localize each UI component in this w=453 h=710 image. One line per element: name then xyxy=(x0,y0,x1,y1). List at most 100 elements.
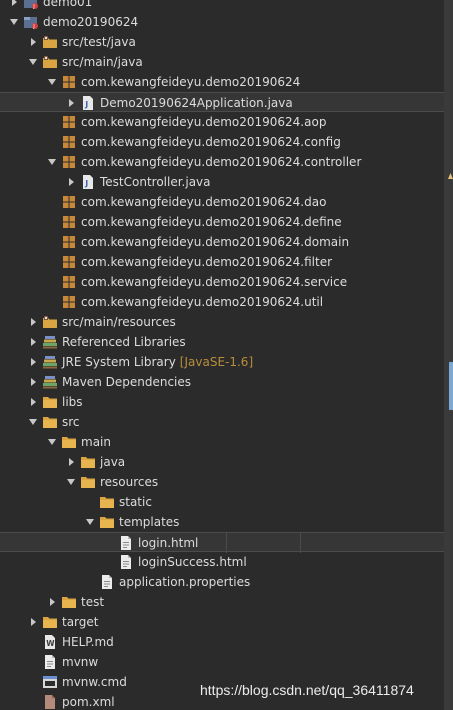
collapse-arrow-icon[interactable] xyxy=(69,458,74,466)
expand-arrow-icon[interactable] xyxy=(67,479,75,485)
tree-row-label: com.kewangfeideyu.demo20190624.controlle… xyxy=(81,155,362,169)
tree-row-label: demo20190624 xyxy=(43,15,139,29)
folder-icon xyxy=(80,454,96,470)
editor-edge-strip xyxy=(444,0,453,710)
tree-row[interactable]: com.kewangfeideyu.demo20190624.dao xyxy=(0,192,444,212)
xml-file-icon xyxy=(42,694,58,710)
tree-row[interactable]: loginSuccess.html xyxy=(0,552,444,572)
tree-row-label: src/test/java xyxy=(62,35,136,49)
library-icon xyxy=(42,374,58,390)
folder-icon xyxy=(42,394,58,410)
tree-row[interactable]: J Demo20190624Application.java xyxy=(0,92,444,112)
folder-icon xyxy=(42,614,58,630)
expand-arrow-icon[interactable] xyxy=(48,439,56,445)
tree-row-label: Demo20190624Application.java xyxy=(100,96,293,110)
scrollbar-thumb[interactable] xyxy=(449,362,453,410)
java-file-icon: J xyxy=(80,174,96,190)
tree-row-label: static xyxy=(119,495,152,509)
source-folder-icon xyxy=(42,34,58,50)
package-icon xyxy=(61,134,77,150)
package-icon xyxy=(61,234,77,250)
tree-row[interactable]: W HELP.md xyxy=(0,632,444,652)
tree-row-label: com.kewangfeideyu.demo20190624 xyxy=(81,75,301,89)
tree-row[interactable]: static xyxy=(0,492,444,512)
package-icon xyxy=(61,294,77,310)
tree-row-label: pom.xml xyxy=(62,695,115,709)
tree-row[interactable]: resources xyxy=(0,472,444,492)
tree-row[interactable]: com.kewangfeideyu.demo20190624.domain xyxy=(0,232,444,252)
tree-row[interactable]: test xyxy=(0,592,444,612)
tree-row-label: main xyxy=(81,435,111,449)
tree-row[interactable]: J TestController.java xyxy=(0,172,444,192)
project-icon: J xyxy=(23,0,39,10)
tree-row[interactable]: Referenced Libraries xyxy=(0,332,444,352)
expand-arrow-icon[interactable] xyxy=(48,159,56,165)
tree-row-label: JRE System Library xyxy=(62,355,176,369)
tree-row[interactable]: Maven Dependencies xyxy=(0,372,444,392)
folder-icon xyxy=(61,594,77,610)
tree-row-label: TestController.java xyxy=(100,175,211,189)
tree-row[interactable]: login.html xyxy=(0,532,444,553)
collapse-arrow-icon[interactable] xyxy=(31,358,36,366)
expand-arrow-icon[interactable] xyxy=(48,79,56,85)
tree-row-label: com.kewangfeideyu.demo20190624.dao xyxy=(81,195,327,209)
tree-row-label: loginSuccess.html xyxy=(138,555,247,569)
tree-row[interactable]: Jdemo20190624 xyxy=(0,12,444,32)
collapse-arrow-icon[interactable] xyxy=(12,0,17,6)
package-icon xyxy=(61,74,77,90)
expand-arrow-icon[interactable] xyxy=(10,19,18,25)
collapse-arrow-icon[interactable] xyxy=(50,598,55,606)
column-separator xyxy=(300,533,301,553)
expand-arrow-icon[interactable] xyxy=(86,519,94,525)
tree-row-label: Referenced Libraries xyxy=(62,335,186,349)
tree-row-label: application.properties xyxy=(119,575,251,589)
collapse-arrow-icon[interactable] xyxy=(31,378,36,386)
tree-row-label: com.kewangfeideyu.demo20190624.config xyxy=(81,135,341,149)
tree-row[interactable]: target xyxy=(0,612,444,632)
tree-row[interactable]: com.kewangfeideyu.demo20190624.filter xyxy=(0,252,444,272)
tree-row[interactable]: Jdemo01 xyxy=(0,0,444,12)
collapse-arrow-icon[interactable] xyxy=(31,318,36,326)
package-icon xyxy=(61,214,77,230)
tree-row[interactable]: JRE System Library [JavaSE-1.6] xyxy=(0,352,444,372)
collapse-arrow-icon[interactable] xyxy=(31,38,36,46)
tree-row[interactable]: application.properties xyxy=(0,572,444,592)
tree-row[interactable]: com.kewangfeideyu.demo20190624.aop xyxy=(0,112,444,132)
markdown-file-icon: W xyxy=(42,634,58,650)
tree-row-label: templates xyxy=(119,515,180,529)
folder-icon xyxy=(61,434,77,450)
tree-row[interactable]: com.kewangfeideyu.demo20190624.config xyxy=(0,132,444,152)
collapse-arrow-icon[interactable] xyxy=(31,398,36,406)
tree-row[interactable]: src/main/java xyxy=(0,52,444,72)
project-explorer-tree[interactable]: Jdemo01 Jdemo20190624 src/test/java src/mai… xyxy=(0,0,444,710)
tree-row[interactable]: com.kewangfeideyu.demo20190624.controlle… xyxy=(0,152,444,172)
svg-text:J: J xyxy=(32,4,34,10)
package-icon xyxy=(61,274,77,290)
tree-row[interactable]: src/main/resources xyxy=(0,312,444,332)
collapse-arrow-icon[interactable] xyxy=(69,178,74,186)
tree-row[interactable]: mvnw xyxy=(0,652,444,672)
tree-row[interactable]: main xyxy=(0,432,444,452)
tree-row[interactable]: src xyxy=(0,412,444,432)
collapse-arrow-icon[interactable] xyxy=(69,99,74,107)
tree-row-label: com.kewangfeideyu.demo20190624.util xyxy=(81,295,324,309)
file-icon xyxy=(118,554,134,570)
package-icon xyxy=(61,254,77,270)
expand-arrow-icon[interactable] xyxy=(29,59,37,65)
tree-row-label: libs xyxy=(62,395,83,409)
tree-row[interactable]: com.kewangfeideyu.demo20190624 xyxy=(0,72,444,92)
expand-arrow-icon[interactable] xyxy=(29,419,37,425)
tree-row[interactable]: com.kewangfeideyu.demo20190624.util xyxy=(0,292,444,312)
tree-row-label: mvnw.cmd xyxy=(62,675,127,689)
tree-row[interactable]: java xyxy=(0,452,444,472)
package-icon xyxy=(61,114,77,130)
tree-row[interactable]: templates xyxy=(0,512,444,532)
tree-row[interactable]: com.kewangfeideyu.demo20190624.define xyxy=(0,212,444,232)
tree-row[interactable]: libs xyxy=(0,392,444,412)
package-icon xyxy=(61,194,77,210)
collapse-arrow-icon[interactable] xyxy=(31,618,36,626)
collapse-arrow-icon[interactable] xyxy=(31,338,36,346)
tree-row[interactable]: com.kewangfeideyu.demo20190624.service xyxy=(0,272,444,292)
tree-row-label: HELP.md xyxy=(62,635,114,649)
tree-row[interactable]: src/test/java xyxy=(0,32,444,52)
